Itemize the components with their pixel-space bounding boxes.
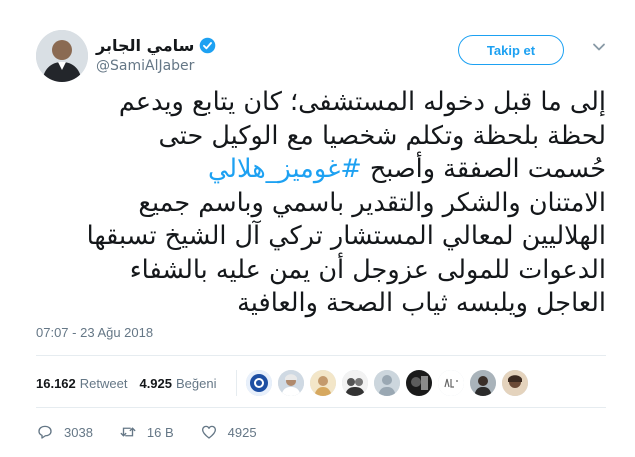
tweet-stats: 16.162 Retweet 4.925 Beğeni bbox=[36, 366, 217, 400]
retweet-button[interactable]: 16 B bbox=[119, 423, 174, 441]
tweet-line: الدعوات للمولى عزوجل أن يمن عليه بالشفاء bbox=[129, 254, 606, 285]
liker-avatars bbox=[246, 370, 534, 396]
liker-avatar[interactable] bbox=[374, 370, 400, 396]
tweet-card: سامي الجابر @SamiAlJaber Takip et إلى ما… bbox=[0, 0, 635, 457]
author-names: سامي الجابر @SamiAlJaber bbox=[96, 34, 296, 74]
liker-avatar[interactable] bbox=[470, 370, 496, 396]
tweet-actions: 3038 16 B 4925 bbox=[36, 420, 283, 444]
reply-button[interactable]: 3038 bbox=[36, 423, 93, 441]
divider bbox=[36, 355, 606, 356]
heart-icon bbox=[201, 425, 216, 439]
verified-badge-icon bbox=[200, 37, 216, 53]
divider bbox=[36, 407, 606, 408]
liker-avatar[interactable] bbox=[438, 370, 464, 396]
author-display-name[interactable]: سامي الجابر bbox=[96, 36, 194, 55]
tweet-line: إلى ما قبل دخوله المستشفى؛ كان يتابع ويد… bbox=[118, 87, 606, 117]
tweet-line: لحظة بلحظة وتكلم شخصيا مع الوكيل حتى bbox=[158, 120, 606, 151]
follow-button[interactable]: Takip et bbox=[458, 35, 564, 65]
tweet-line: العاجل ويلبسه ثياب الصحة والعافية bbox=[237, 288, 606, 318]
chevron-down-icon[interactable] bbox=[592, 40, 606, 54]
liker-avatar[interactable] bbox=[406, 370, 432, 396]
like-count[interactable]: 4.925 bbox=[139, 376, 172, 391]
like-action-count: 4925 bbox=[227, 424, 257, 440]
tweet-line: الهلاليين لمعالي المستشار تركي آل الشيخ … bbox=[86, 221, 606, 251]
retweet-label[interactable]: Retweet bbox=[80, 376, 128, 391]
liker-avatar[interactable] bbox=[342, 370, 368, 396]
hashtag-link[interactable]: #غوميز_هلالي bbox=[208, 154, 362, 184]
liker-avatar[interactable] bbox=[278, 370, 304, 396]
stats-separator bbox=[236, 370, 237, 396]
author-avatar[interactable] bbox=[36, 30, 88, 82]
tweet-line: الامتنان والشكر والتقدير باسمي وباسم جمي… bbox=[138, 187, 606, 218]
retweet-action-count: 16 B bbox=[146, 424, 174, 440]
reply-icon bbox=[38, 425, 52, 439]
like-label[interactable]: Beğeni bbox=[176, 376, 216, 391]
tweet-text: إلى ما قبل دخوله المستشفى؛ كان يتابع ويد… bbox=[36, 86, 606, 321]
liker-avatar[interactable] bbox=[246, 370, 272, 396]
liker-avatar[interactable] bbox=[310, 370, 336, 396]
tweet-line-with-hashtag: حُسمت الصفقة وأصبح #غوميز_هلالي bbox=[36, 153, 606, 187]
tweet-line: حُسمت الصفقة وأصبح bbox=[369, 154, 606, 184]
reply-count: 3038 bbox=[64, 424, 93, 440]
liker-avatar[interactable] bbox=[502, 370, 528, 396]
like-button[interactable]: 4925 bbox=[200, 423, 257, 441]
tweet-timestamp[interactable]: 07:07 - 23 Ağu 2018 bbox=[36, 325, 153, 340]
author-handle[interactable]: @SamiAlJaber bbox=[96, 58, 296, 74]
retweet-icon bbox=[120, 427, 136, 437]
retweet-count[interactable]: 16.162 bbox=[36, 376, 76, 391]
